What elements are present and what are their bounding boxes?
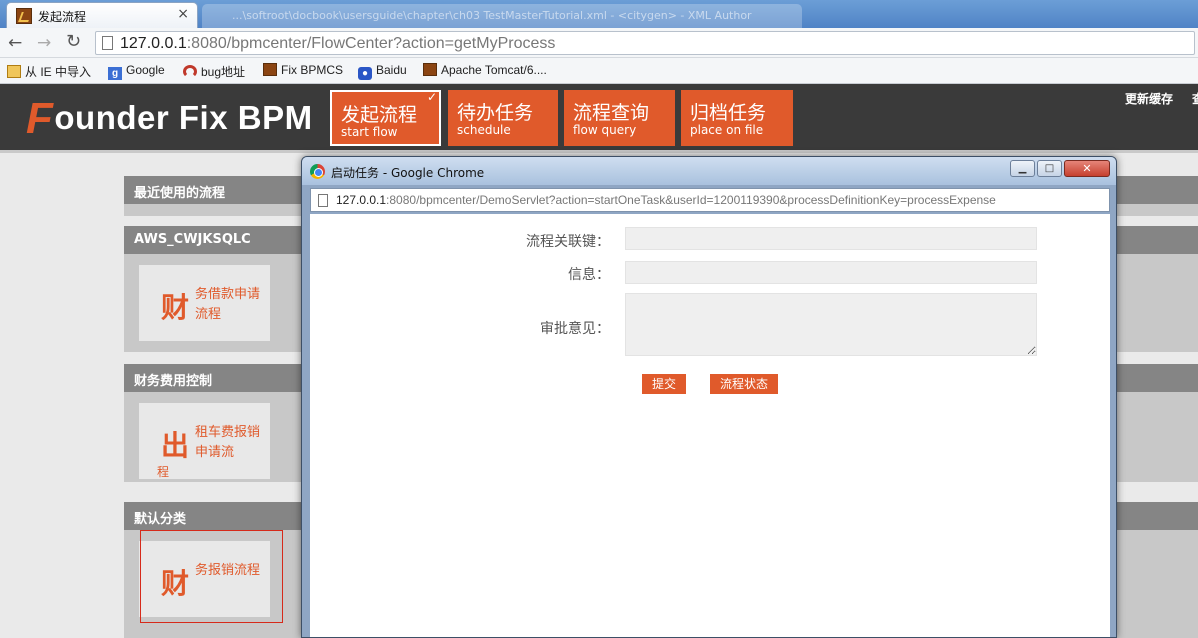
bookmark-label: Google — [126, 63, 165, 77]
arrow-right-icon[interactable]: → — [37, 33, 51, 53]
tab-schedule[interactable]: 待办任务 schedule — [448, 90, 558, 146]
opinion-textarea[interactable] — [625, 293, 1037, 356]
tab-label-cn: 待办任务 — [457, 102, 534, 124]
bookmark-bug[interactable]: bug地址 — [183, 63, 245, 80]
process-key-input[interactable] — [625, 227, 1037, 250]
bookmark-label: Apache Tomcat/6.... — [441, 63, 547, 77]
tab-label-cn: 发起流程 — [341, 104, 418, 126]
bookmark-fix-bpmcs[interactable]: Fix BPMCS — [263, 63, 343, 77]
bookmark-baidu[interactable]: ● Baidu — [358, 63, 407, 80]
opinion-label: 审批意见： — [540, 321, 610, 337]
card-text: 务借款申请流程 — [195, 287, 261, 322]
process-card[interactable]: 出 租车费报销申请流 程 — [139, 403, 270, 479]
url-host: 127.0.0.1 — [120, 35, 187, 52]
page-icon — [102, 36, 113, 50]
logo-text: ounder Fix BPM — [54, 99, 313, 136]
tab-flow-query[interactable]: 流程查询 flow query — [564, 90, 675, 146]
flow-status-button[interactable]: 流程状态 — [710, 374, 778, 394]
app-logo[interactable]: Founder Fix BPM — [26, 94, 313, 144]
address-url[interactable]: 127.0.0.1:8080/bpmcenter/FlowCenter?acti… — [120, 35, 555, 53]
browser-tab-bar: 发起流程 × ...\softroot\docbook\usersguide\c… — [0, 0, 1198, 28]
app-favicon-icon — [16, 8, 32, 24]
bookmarks-bar: 从 IE 中导入 g Google bug地址 Fix BPMCS ● Baidu … — [0, 58, 1198, 84]
bookmark-google[interactable]: g Google — [108, 63, 165, 80]
popup-url[interactable]: 127.0.0.1:8080/bpmcenter/DemoServlet?act… — [336, 193, 996, 207]
header-link-cut[interactable]: 查 — [1192, 90, 1198, 107]
popup-url-path: :8080/bpmcenter/DemoServlet?action=start… — [386, 193, 996, 207]
process-card[interactable]: 财 务借款申请流程 — [139, 265, 270, 341]
app-header: Founder Fix BPM 发起流程 start flow ✓ 待办任务 s… — [0, 84, 1198, 150]
app-icon — [263, 63, 277, 76]
arrow-left-icon[interactable]: ← — [8, 33, 22, 53]
card-initial: 财 — [161, 291, 190, 324]
popup-titlebar[interactable]: 启动任务 - Google Chrome ▁ □ ✕ — [302, 157, 1116, 185]
tomcat-icon — [423, 63, 437, 76]
tab-start-flow[interactable]: 发起流程 start flow ✓ — [330, 90, 441, 146]
bookmark-tomcat[interactable]: Apache Tomcat/6.... — [423, 63, 547, 77]
logo-letter: F — [26, 94, 54, 143]
tab-title: 发起流程 — [38, 10, 87, 24]
popup-content: 流程关联键： 信息： 审批意见： 提交 流程状态 — [310, 214, 1110, 637]
info-label: 信息： — [568, 267, 610, 283]
info-input[interactable] — [625, 261, 1037, 284]
start-task-popup-window: 启动任务 - Google Chrome ▁ □ ✕ 127.0.0.1:808… — [301, 156, 1117, 638]
url-path: :8080/bpmcenter/FlowCenter?action=getMyP… — [186, 35, 556, 52]
google-icon: g — [108, 67, 122, 80]
close-button[interactable]: ✕ — [1064, 160, 1110, 177]
card-initial: 出 — [161, 429, 190, 462]
refresh-cache-link[interactable]: 更新缓存 — [1125, 90, 1173, 107]
bookmark-label: Baidu — [376, 63, 407, 77]
popup-url-host: 127.0.0.1 — [336, 193, 387, 207]
bookmark-label: 从 IE 中导入 — [25, 65, 92, 79]
browser-tab-active[interactable]: 发起流程 × — [6, 2, 198, 28]
tab-label-en: place on file — [690, 123, 764, 137]
header-divider — [0, 150, 1198, 153]
maximize-button[interactable]: □ — [1037, 160, 1062, 177]
page-icon — [318, 194, 328, 207]
chrome-icon — [310, 164, 325, 179]
tab-label-cn: 流程查询 — [573, 102, 650, 124]
card-selection-highlight — [140, 530, 283, 623]
reload-icon[interactable]: ↻ — [66, 31, 81, 52]
gauge-icon — [183, 65, 197, 78]
inactive-tab-ghost-text: ...\softroot\docbook\usersguide\chapter\… — [232, 9, 752, 22]
bookmark-label: Fix BPMCS — [281, 63, 344, 77]
submit-button[interactable]: 提交 — [642, 374, 686, 394]
address-bar[interactable]: 127.0.0.1:8080/bpmcenter/FlowCenter?acti… — [95, 31, 1195, 55]
browser-tab-inactive[interactable]: ...\softroot\docbook\usersguide\chapter\… — [202, 4, 802, 28]
bookmark-label: bug地址 — [201, 65, 246, 79]
popup-title: 启动任务 - Google Chrome — [331, 166, 485, 180]
check-icon: ✓ — [426, 90, 437, 104]
bookmark-import-ie[interactable]: 从 IE 中导入 — [7, 63, 91, 80]
browser-toolbar: ← → ↻ 127.0.0.1:8080/bpmcenter/FlowCente… — [0, 28, 1198, 58]
card-text: 租车费报销申请流 — [195, 425, 261, 460]
minimize-button[interactable]: ▁ — [1010, 160, 1035, 177]
tab-label-en: schedule — [457, 123, 511, 137]
tab-label-en: start flow — [341, 125, 398, 139]
process-key-label: 流程关联键： — [526, 234, 610, 250]
folder-icon — [7, 65, 21, 78]
popup-address-bar[interactable]: 127.0.0.1:8080/bpmcenter/DemoServlet?act… — [310, 188, 1110, 212]
tab-close-icon[interactable]: × — [177, 6, 189, 22]
card-text-overflow: 程 — [157, 465, 170, 479]
paw-icon: ● — [358, 67, 372, 80]
tab-label-en: flow query — [573, 123, 637, 137]
tab-place-on-file[interactable]: 归档任务 place on file — [681, 90, 793, 146]
tab-label-cn: 归档任务 — [690, 102, 767, 124]
